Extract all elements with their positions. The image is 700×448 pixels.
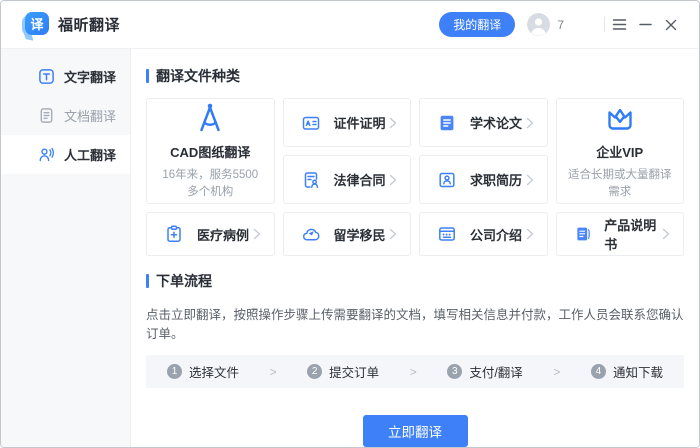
- card-medical-record[interactable]: 医疗病例: [146, 212, 275, 256]
- order-steps-bar: 1 选择文件 > 2 提交订单 > 3 支付/翻译 > 4: [146, 355, 684, 388]
- chevron-right-icon: [526, 117, 534, 129]
- step-number-badge: 2: [307, 364, 322, 379]
- card-label: 留学移民: [334, 225, 386, 244]
- sidebar-item-label: 人工翻译: [64, 145, 116, 164]
- card-legal-contract[interactable]: 法律合同: [283, 155, 412, 204]
- file-type-card-grid: CAD图纸翻译 16年来，服务5500多个机构 证件证明: [146, 98, 684, 256]
- sidebar-item-document-translate[interactable]: 文档翻译: [1, 96, 130, 135]
- card-company-intro[interactable]: 公司介绍: [419, 212, 548, 256]
- card-label: 公司介绍: [470, 225, 522, 244]
- app-title: 福昕翻译: [58, 14, 120, 35]
- hamburger-icon: [612, 18, 627, 31]
- topbar-divider: [604, 17, 605, 32]
- logo-badge-glyph: 译: [25, 12, 49, 35]
- user-avatar[interactable]: [527, 13, 550, 36]
- academic-paper-icon: [437, 113, 457, 133]
- card-label: 法律合同: [334, 170, 386, 189]
- step-number-badge: 1: [167, 364, 182, 379]
- chevron-right-icon: [389, 228, 397, 240]
- step-submit-order: 2 提交订单: [307, 362, 379, 381]
- card-study-abroad[interactable]: 留学移民: [283, 212, 412, 256]
- card-id-certificates[interactable]: 证件证明: [283, 98, 412, 147]
- sidebar-item-text-translate[interactable]: 文字翻译: [1, 57, 130, 96]
- card-title: CAD图纸翻译: [170, 142, 250, 161]
- human-translate-icon: [38, 146, 55, 163]
- text-translate-icon: [38, 68, 55, 85]
- order-process-section-title: 下单流程: [146, 271, 684, 291]
- my-translations-button[interactable]: 我的翻译: [439, 12, 515, 37]
- card-resume[interactable]: 求职简历: [419, 155, 548, 204]
- step-notify-download: 4 通知下载: [591, 362, 663, 381]
- chevron-right-icon: [389, 174, 397, 186]
- card-subtitle: 适合长期或大量翻译需求: [567, 167, 674, 200]
- crown-icon: [603, 101, 637, 135]
- section-title-accent-bar: [146, 69, 149, 83]
- card-academic-paper[interactable]: 学术论文: [419, 98, 548, 147]
- step-number-badge: 4: [591, 364, 606, 379]
- step-chevron-icon: >: [410, 365, 417, 379]
- chevron-right-icon: [389, 117, 397, 129]
- main-content: 翻译文件种类 CAD图纸翻译 16年来，服务5500多个机构: [131, 49, 699, 447]
- close-icon: [665, 19, 677, 31]
- step-chevron-icon: >: [553, 365, 560, 379]
- app-logo-icon: 译: [22, 12, 49, 38]
- order-process-description: 点击立即翻译，按照操作步骤上传需要翻译的文档，填写相关信息并付款，工作人员会联系…: [146, 304, 684, 342]
- study-abroad-icon: [301, 224, 321, 244]
- step-label: 提交订单: [329, 362, 379, 381]
- company-intro-icon: [437, 224, 457, 244]
- card-cad-translate[interactable]: CAD图纸翻译 16年来，服务5500多个机构: [146, 98, 275, 204]
- chevron-right-icon: [253, 228, 261, 240]
- drafting-compass-icon: [193, 101, 227, 135]
- avatar-person-icon: [527, 13, 550, 36]
- file-types-section-title: 翻译文件种类: [146, 66, 684, 86]
- sidebar-item-label: 文档翻译: [64, 106, 116, 125]
- document-translate-icon: [38, 107, 55, 124]
- step-chevron-icon: >: [270, 365, 277, 379]
- chevron-right-icon: [526, 174, 534, 186]
- card-enterprise-vip[interactable]: 企业VIP 适合长期或大量翻译需求: [556, 98, 685, 204]
- menu-button[interactable]: [607, 13, 631, 37]
- translate-now-button[interactable]: 立即翻译: [363, 415, 468, 447]
- id-card-icon: [301, 113, 321, 133]
- chevron-right-icon: [662, 228, 670, 240]
- section-title-text: 下单流程: [156, 271, 212, 291]
- sidebar: 文字翻译 文档翻译 人工翻译: [1, 49, 131, 447]
- card-label: 医疗病例: [197, 225, 249, 244]
- close-button[interactable]: [659, 13, 683, 37]
- card-label: 证件证明: [334, 113, 386, 132]
- step-select-file: 1 选择文件: [167, 362, 239, 381]
- step-label: 支付/翻译: [469, 362, 522, 381]
- user-count-badge: 7: [557, 18, 564, 32]
- product-manual-icon: [574, 224, 592, 244]
- legal-contract-icon: [301, 170, 321, 190]
- medical-record-icon: [164, 224, 184, 244]
- card-product-manual[interactable]: 产品说明书: [556, 212, 685, 256]
- step-label: 通知下载: [613, 362, 663, 381]
- minimize-icon: [639, 18, 652, 31]
- card-label: 学术论文: [470, 113, 522, 132]
- card-subtitle: 16年来，服务5500多个机构: [157, 167, 264, 200]
- step-pay-translate: 3 支付/翻译: [447, 362, 522, 381]
- chevron-right-icon: [526, 228, 534, 240]
- section-title-text: 翻译文件种类: [156, 66, 240, 86]
- top-bar: 译 福昕翻译 我的翻译 7: [1, 1, 699, 49]
- sidebar-item-human-translate[interactable]: 人工翻译: [1, 135, 130, 174]
- card-label: 求职简历: [470, 170, 522, 189]
- resume-icon: [437, 170, 457, 190]
- step-label: 选择文件: [189, 362, 239, 381]
- minimize-button[interactable]: [633, 13, 657, 37]
- app-window: 译 福昕翻译 我的翻译 7: [0, 0, 700, 448]
- card-label: 产品说明书: [604, 215, 662, 253]
- order-process-section: 下单流程 点击立即翻译，按照操作步骤上传需要翻译的文档，填写相关信息并付款，工作…: [146, 271, 684, 447]
- step-number-badge: 3: [447, 364, 462, 379]
- sidebar-item-label: 文字翻译: [64, 67, 116, 86]
- section-title-accent-bar: [146, 274, 149, 288]
- card-title: 企业VIP: [596, 142, 643, 161]
